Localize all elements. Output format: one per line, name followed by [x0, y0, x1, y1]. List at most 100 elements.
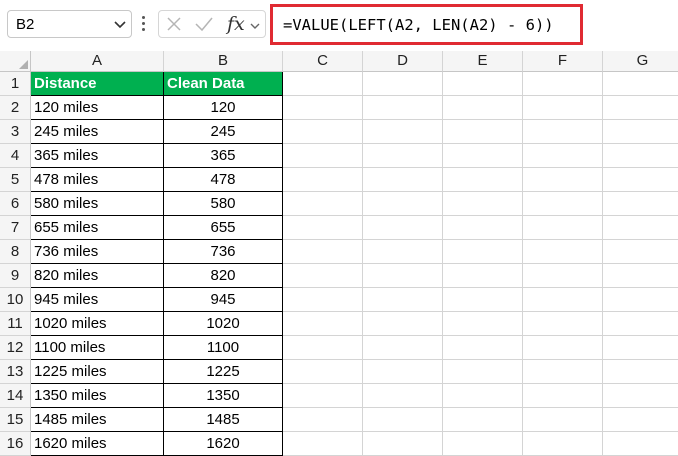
empty-cell[interactable]: [363, 384, 443, 408]
distance-cell[interactable]: 365 miles: [31, 144, 164, 168]
check-icon[interactable]: [194, 16, 214, 37]
empty-cell[interactable]: [363, 120, 443, 144]
empty-cell[interactable]: [443, 360, 523, 384]
empty-cell[interactable]: [443, 96, 523, 120]
more-options-icon[interactable]: [141, 14, 147, 34]
cancel-icon[interactable]: [166, 16, 182, 37]
empty-cell[interactable]: [523, 144, 603, 168]
distance-cell[interactable]: 1225 miles: [31, 360, 164, 384]
empty-cell[interactable]: [283, 240, 363, 264]
distance-cell[interactable]: 1620 miles: [31, 432, 164, 456]
insert-function-button[interactable]: fx: [227, 13, 245, 35]
column-header-e[interactable]: E: [443, 51, 523, 72]
empty-cell[interactable]: [603, 144, 678, 168]
column-header-c[interactable]: C: [283, 51, 363, 72]
empty-cell[interactable]: [523, 120, 603, 144]
empty-cell[interactable]: [363, 336, 443, 360]
distance-cell[interactable]: 820 miles: [31, 264, 164, 288]
clean-data-cell[interactable]: 580: [164, 192, 283, 216]
row-header-11[interactable]: 11: [0, 312, 31, 336]
row-header-14[interactable]: 14: [0, 384, 31, 408]
empty-cell[interactable]: [523, 168, 603, 192]
empty-cell[interactable]: [603, 312, 678, 336]
distance-cell[interactable]: 1020 miles: [31, 312, 164, 336]
row-header-3[interactable]: 3: [0, 120, 31, 144]
empty-cell[interactable]: [443, 144, 523, 168]
empty-cell[interactable]: [363, 288, 443, 312]
empty-cell[interactable]: [283, 192, 363, 216]
empty-cell[interactable]: [603, 168, 678, 192]
column-header-a[interactable]: A: [31, 51, 164, 72]
empty-cell[interactable]: [443, 216, 523, 240]
empty-cell[interactable]: [283, 432, 363, 456]
empty-cell[interactable]: [523, 360, 603, 384]
clean-data-cell[interactable]: 820: [164, 264, 283, 288]
clean-data-cell[interactable]: 478: [164, 168, 283, 192]
table-header-cell[interactable]: Clean Data: [164, 72, 283, 96]
row-header-16[interactable]: 16: [0, 432, 31, 456]
empty-cell[interactable]: [283, 288, 363, 312]
empty-cell[interactable]: [363, 432, 443, 456]
empty-cell[interactable]: [363, 144, 443, 168]
empty-cell[interactable]: [603, 216, 678, 240]
distance-cell[interactable]: 580 miles: [31, 192, 164, 216]
empty-cell[interactable]: [363, 192, 443, 216]
empty-cell[interactable]: [443, 72, 523, 96]
empty-cell[interactable]: [363, 408, 443, 432]
empty-cell[interactable]: [443, 120, 523, 144]
empty-cell[interactable]: [443, 384, 523, 408]
empty-cell[interactable]: [283, 216, 363, 240]
empty-cell[interactable]: [363, 240, 443, 264]
empty-cell[interactable]: [603, 432, 678, 456]
row-header-4[interactable]: 4: [0, 144, 31, 168]
clean-data-cell[interactable]: 1350: [164, 384, 283, 408]
empty-cell[interactable]: [523, 408, 603, 432]
empty-cell[interactable]: [283, 96, 363, 120]
clean-data-cell[interactable]: 365: [164, 144, 283, 168]
row-header-7[interactable]: 7: [0, 216, 31, 240]
distance-cell[interactable]: 945 miles: [31, 288, 164, 312]
empty-cell[interactable]: [603, 288, 678, 312]
row-header-10[interactable]: 10: [0, 288, 31, 312]
empty-cell[interactable]: [523, 240, 603, 264]
empty-cell[interactable]: [443, 432, 523, 456]
empty-cell[interactable]: [363, 96, 443, 120]
empty-cell[interactable]: [603, 336, 678, 360]
empty-cell[interactable]: [283, 312, 363, 336]
empty-cell[interactable]: [603, 120, 678, 144]
empty-cell[interactable]: [443, 168, 523, 192]
empty-cell[interactable]: [443, 240, 523, 264]
empty-cell[interactable]: [363, 360, 443, 384]
clean-data-cell[interactable]: 1020: [164, 312, 283, 336]
row-header-13[interactable]: 13: [0, 360, 31, 384]
chevron-down-icon[interactable]: [113, 17, 127, 36]
empty-cell[interactable]: [603, 360, 678, 384]
empty-cell[interactable]: [443, 312, 523, 336]
distance-cell[interactable]: 655 miles: [31, 216, 164, 240]
clean-data-cell[interactable]: 1620: [164, 432, 283, 456]
empty-cell[interactable]: [283, 360, 363, 384]
clean-data-cell[interactable]: 1485: [164, 408, 283, 432]
empty-cell[interactable]: [363, 312, 443, 336]
empty-cell[interactable]: [523, 312, 603, 336]
empty-cell[interactable]: [523, 288, 603, 312]
empty-cell[interactable]: [603, 72, 678, 96]
empty-cell[interactable]: [283, 72, 363, 96]
empty-cell[interactable]: [283, 120, 363, 144]
empty-cell[interactable]: [443, 288, 523, 312]
distance-cell[interactable]: 736 miles: [31, 240, 164, 264]
empty-cell[interactable]: [283, 168, 363, 192]
empty-cell[interactable]: [283, 336, 363, 360]
clean-data-cell[interactable]: 945: [164, 288, 283, 312]
empty-cell[interactable]: [283, 264, 363, 288]
clean-data-cell[interactable]: 655: [164, 216, 283, 240]
column-header-f[interactable]: F: [523, 51, 603, 72]
name-box[interactable]: B2: [7, 10, 132, 38]
empty-cell[interactable]: [603, 264, 678, 288]
empty-cell[interactable]: [363, 216, 443, 240]
distance-cell[interactable]: 1485 miles: [31, 408, 164, 432]
empty-cell[interactable]: [523, 216, 603, 240]
clean-data-cell[interactable]: 245: [164, 120, 283, 144]
clean-data-cell[interactable]: 736: [164, 240, 283, 264]
empty-cell[interactable]: [283, 408, 363, 432]
